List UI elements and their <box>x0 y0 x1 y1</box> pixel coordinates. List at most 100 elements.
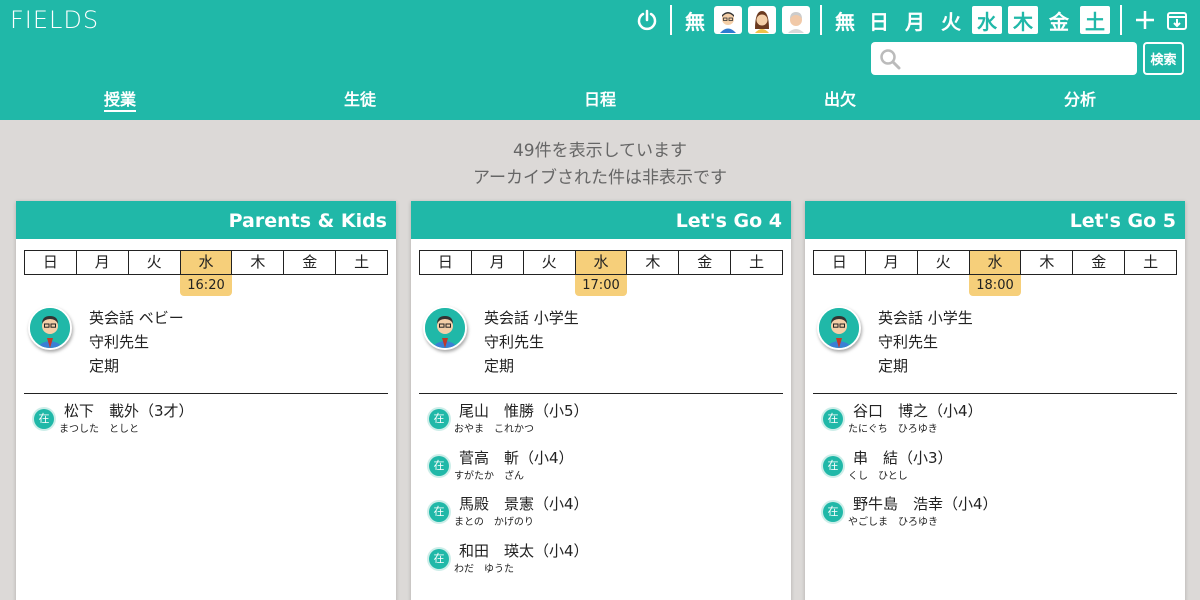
nav-tab-label: 日程 <box>583 90 616 109</box>
weekday-row: 日月火水木金土 <box>419 250 783 275</box>
day-filter-wed[interactable]: 水 <box>972 6 1002 34</box>
student-name: 和田 瑛太（小4） <box>459 541 589 560</box>
nav-tab-label: 授業 <box>103 90 136 112</box>
student-item[interactable]: 在馬殿 景憲（小4） まとの かげのり <box>429 493 779 540</box>
nav-tab-schedule[interactable]: 日程 <box>540 88 660 112</box>
class-info: 英会話 小学生 守利先生 定期 <box>484 306 579 378</box>
student-item[interactable]: 在谷口 博之（小4） たにぐち ひろゆき <box>823 400 1173 447</box>
student-item[interactable]: 在菅高 斬（小4） すがたか ざん <box>429 447 779 494</box>
toolbar-divider <box>670 5 672 35</box>
student-item[interactable]: 在尾山 惟勝（小5） おやま これかつ <box>429 400 779 447</box>
student-name: 野牛島 浩幸（小4） <box>853 495 998 513</box>
weekday-cell: 月 <box>864 251 917 274</box>
course-name: 英会話 小学生 <box>878 309 973 327</box>
day-filter-sat[interactable]: 土 <box>1080 6 1110 34</box>
main-nav: 授業 生徒 日程 出欠 分析 <box>0 88 1200 114</box>
student-name: 菅高 斬（小4） <box>459 448 574 467</box>
search-input[interactable] <box>905 42 1133 75</box>
nav-tab-analysis[interactable]: 分析 <box>1020 88 1140 112</box>
archive-download-icon[interactable] <box>1164 6 1190 34</box>
class-card[interactable]: Let's Go 5 日月火水木金土 18:00 英会話 小学生 守利先生定期在谷口 博… <box>805 201 1185 600</box>
nav-tab-students[interactable]: 生徒 <box>300 88 420 112</box>
class-card[interactable]: Parents & Kids 日月火水木金土 16:20 英会話 ベビー 守利先生 定期在… <box>16 201 396 600</box>
teacher-name: 守利先生 <box>484 333 545 351</box>
weekday-cell: 水 <box>574 251 627 274</box>
plus-icon[interactable] <box>1132 6 1158 34</box>
enrollment-status-badge: 在 <box>429 502 449 522</box>
student-name: 馬殿 景憲（小4） <box>459 495 589 513</box>
day-filter-tue[interactable]: 火 <box>936 6 966 34</box>
student-name: 谷口 博之（小4） <box>853 402 983 420</box>
class-title[interactable]: Let's Go 4 <box>411 201 791 239</box>
teacher-avatar-elder-button[interactable] <box>782 6 810 34</box>
student-item[interactable]: 在野牛島 浩幸（小4） やごしま ひろゆき <box>823 493 1173 540</box>
student-list: 在松下 載外（3才） まつした としと <box>34 400 384 447</box>
class-time-badge: 18:00 <box>969 275 1021 296</box>
weekday-cell: 日 <box>437 253 453 271</box>
weekday-cell: 金 <box>283 251 335 274</box>
nav-tab-classes[interactable]: 授業 <box>60 88 180 112</box>
enrollment-status-badge: 在 <box>429 409 449 429</box>
weekday-cell: 土 <box>1124 251 1176 274</box>
class-type: 定期 <box>878 357 909 375</box>
student-kana: すがたか ざん <box>454 470 524 482</box>
app-header: FIELDS 無 無 日 月 火 水 木 金 土 検索 授業 生徒 日程 出欠 … <box>0 0 1200 120</box>
teacher-name: 守利先生 <box>878 333 939 351</box>
weekday-cell: 木 <box>1020 251 1072 274</box>
nav-tab-attendance[interactable]: 出欠 <box>780 88 900 112</box>
weekday-cell: 金 <box>1072 251 1124 274</box>
student-item[interactable]: 在串 結（小3） くし ひとし <box>823 447 1173 494</box>
student-item[interactable]: 在松下 載外（3才） まつした としと <box>34 400 384 447</box>
student-kana: やごしま ひろゆき <box>848 517 938 528</box>
teacher-name: 守利先生 <box>89 333 150 351</box>
student-name: 尾山 惟勝（小5） <box>459 402 589 420</box>
teacher-avatar <box>28 306 72 350</box>
teacher-filter-none-button[interactable]: 無 <box>682 6 708 34</box>
student-item[interactable]: 在和田 瑛太（小4） わだ ゆうた <box>429 540 779 587</box>
class-type: 定期 <box>89 357 120 375</box>
weekday-cell: 火 <box>127 251 180 274</box>
nav-tab-label: 出欠 <box>823 90 856 109</box>
day-filter-fri[interactable]: 金 <box>1044 6 1074 34</box>
teacher-avatar-male-button[interactable] <box>714 6 742 34</box>
enrollment-status-badge: 在 <box>429 455 449 476</box>
student-kana: おやま これかつ <box>454 424 534 435</box>
card-divider <box>419 393 783 394</box>
student-name: 串 結（小3） <box>853 448 953 467</box>
student-list: 在尾山 惟勝（小5） おやま これかつ在菅高 斬（小4） すがたか ざん在馬殿 景憲… <box>429 400 779 586</box>
search-button[interactable]: 検索 <box>1143 42 1184 75</box>
weekday-cell: 火 <box>522 251 575 274</box>
app-logo: FIELDS <box>10 6 100 34</box>
weekday-cell: 水 <box>968 251 1021 274</box>
day-filter-sun[interactable]: 日 <box>864 6 894 34</box>
student-kana: まつした としと <box>59 424 139 435</box>
weekday-cell: 土 <box>335 251 387 274</box>
enrollment-status-badge: 在 <box>823 409 843 429</box>
power-icon[interactable] <box>634 6 660 34</box>
day-filter-thu[interactable]: 木 <box>1008 6 1038 34</box>
weekday-cell: 日 <box>831 253 847 271</box>
toolbar-divider <box>1120 5 1122 35</box>
weekday-cell: 日 <box>42 253 58 271</box>
teacher-avatar-female-button[interactable] <box>748 6 776 34</box>
day-filter-none-button[interactable]: 無 <box>832 6 858 34</box>
male-teacher-icon <box>715 7 741 33</box>
day-filter-mon[interactable]: 月 <box>900 6 930 34</box>
weekday-cell: 火 <box>916 251 969 274</box>
student-kana: くし ひとし <box>848 470 908 482</box>
weekday-cell: 金 <box>678 251 730 274</box>
class-type: 定期 <box>484 357 515 375</box>
enrollment-status-badge: 在 <box>429 548 449 569</box>
class-info: 英会話 小学生 守利先生定期 <box>878 306 973 378</box>
toolbar-divider <box>820 5 822 35</box>
class-info: 英会話 ベビー 守利先生 定期 <box>89 306 184 378</box>
weekday-cell: 土 <box>730 251 782 274</box>
student-kana: わだ ゆうた <box>454 563 514 575</box>
class-time-badge: 17:00 <box>575 275 627 296</box>
class-title[interactable]: Let's Go 5 <box>805 201 1185 239</box>
weekday-cell: 木 <box>626 251 678 274</box>
nav-tab-label: 生徒 <box>343 90 376 109</box>
class-card[interactable]: Let's Go 4 日月火水木金土 17:00 英会話 小学生 守利先生 定期在尾山 惟… <box>411 201 791 600</box>
class-title[interactable]: Parents & Kids <box>16 201 396 239</box>
search-icon <box>880 49 901 70</box>
